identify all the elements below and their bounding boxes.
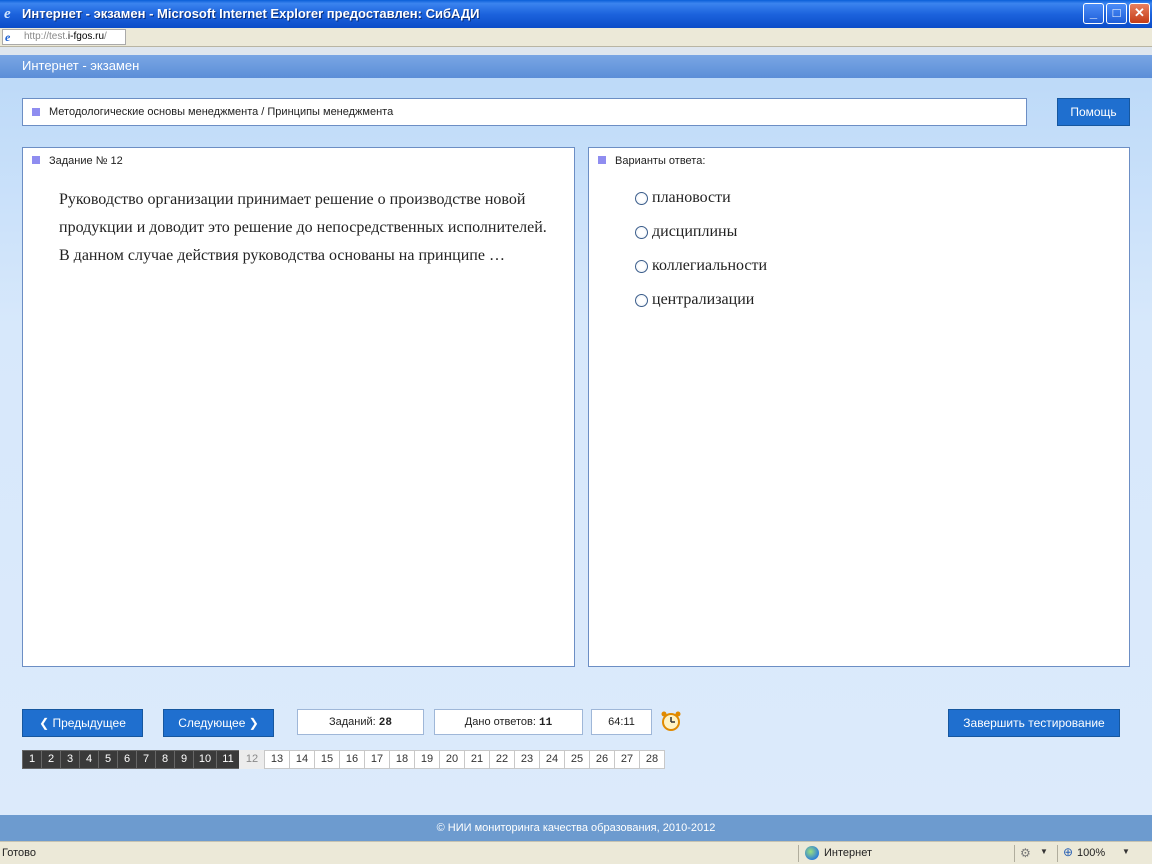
question-navigator: 1 2 3 4 5 6 7 8 9 10 11 12 13 14 15 16 17 18 19 20 21 22 23 24 2… xyxy=(22,750,665,769)
question-number-13[interactable]: 13 xyxy=(264,750,290,769)
question-number-20[interactable]: 20 xyxy=(439,750,465,769)
zone-text: Интернет xyxy=(824,847,872,859)
answers-panel: Варианты ответа: плановости дисциплины к… xyxy=(588,147,1130,667)
chevron-down-icon[interactable]: ▼ xyxy=(1122,847,1130,856)
question-number-7[interactable]: 7 xyxy=(136,750,156,769)
chevron-down-icon[interactable]: ▼ xyxy=(1040,847,1048,856)
bullet-square-icon xyxy=(32,108,40,116)
timer-box: 64:11 xyxy=(591,709,652,735)
radio-button[interactable] xyxy=(635,260,648,273)
status-text: Готово xyxy=(2,847,36,859)
question-number-14[interactable]: 14 xyxy=(289,750,315,769)
ie-logo-icon: e xyxy=(4,6,11,22)
app-title: Интернет - экзамен xyxy=(22,58,140,73)
status-divider xyxy=(798,845,799,862)
bullet-square-icon xyxy=(32,156,40,164)
answer-option-label[interactable]: плановости xyxy=(652,189,731,207)
alarm-clock-icon xyxy=(661,711,681,731)
previous-button[interactable]: ❮ Предыдущее xyxy=(22,709,143,737)
question-number-28[interactable]: 28 xyxy=(639,750,665,769)
question-number-5[interactable]: 5 xyxy=(98,750,118,769)
radio-button[interactable] xyxy=(635,192,648,205)
answered-label: Дано ответов: xyxy=(464,716,536,728)
answered-value: 11 xyxy=(539,717,553,729)
question-number-3[interactable]: 3 xyxy=(60,750,80,769)
footer: © НИИ мониторинга качества образования, … xyxy=(0,815,1152,841)
question-number-15[interactable]: 15 xyxy=(314,750,340,769)
question-number-6[interactable]: 6 xyxy=(117,750,137,769)
question-number-24[interactable]: 24 xyxy=(539,750,565,769)
finish-test-button[interactable]: Завершить тестирование xyxy=(948,709,1120,737)
chevron-left-icon: ❮ xyxy=(39,716,53,730)
task-panel: Задание № 12 Руководство организации при… xyxy=(22,147,575,667)
answered-count-box: Дано ответов: 11 xyxy=(434,709,583,735)
question-number-10[interactable]: 10 xyxy=(193,750,217,769)
copyright-text: © НИИ мониторинга качества образования, … xyxy=(436,822,716,834)
window-titlebar: e Интернет - экзамен - Microsoft Interne… xyxy=(0,0,1152,28)
breadcrumb-text: Методологические основы менеджмента / Пр… xyxy=(49,106,394,118)
question-number-12[interactable]: 12 xyxy=(239,750,265,769)
url-text: http://test.i-fgos.ru/ xyxy=(24,31,107,42)
question-number-16[interactable]: 16 xyxy=(339,750,365,769)
total-tasks-box: Заданий: 28 xyxy=(297,709,424,735)
question-number-4[interactable]: 4 xyxy=(79,750,99,769)
zoom-level[interactable]: 100% xyxy=(1077,847,1105,859)
question-number-19[interactable]: 19 xyxy=(414,750,440,769)
total-label: Заданий: xyxy=(329,716,376,728)
minimize-button[interactable]: _ xyxy=(1083,3,1104,24)
timer-value: 64:11 xyxy=(608,716,635,728)
address-bar: e http://test.i-fgos.ru/ xyxy=(0,28,1152,47)
question-number-21[interactable]: 21 xyxy=(464,750,490,769)
question-number-26[interactable]: 26 xyxy=(589,750,615,769)
top-strip xyxy=(0,47,1152,55)
question-number-2[interactable]: 2 xyxy=(41,750,61,769)
previous-label: Предыдущее xyxy=(52,716,126,730)
app-header: Интернет - экзамен xyxy=(0,55,1152,78)
answer-option-label[interactable]: коллегиальности xyxy=(652,257,767,275)
maximize-button[interactable]: □ xyxy=(1106,3,1127,24)
task-title: Задание № 12 xyxy=(49,155,123,167)
total-value: 28 xyxy=(378,717,392,729)
answers-title: Варианты ответа: xyxy=(615,155,706,167)
security-icon[interactable]: ⚙ xyxy=(1020,846,1031,860)
close-button[interactable]: ✕ xyxy=(1129,3,1150,24)
question-number-25[interactable]: 25 xyxy=(564,750,590,769)
question-number-9[interactable]: 9 xyxy=(174,750,194,769)
status-bar: Готово Интернет ⚙ ▼ ⊕ 100% ▼ xyxy=(0,841,1152,864)
question-number-27[interactable]: 27 xyxy=(614,750,640,769)
window-title: Интернет - экзамен - Microsoft Internet … xyxy=(22,6,480,21)
question-number-18[interactable]: 18 xyxy=(389,750,415,769)
help-button[interactable]: Помощь xyxy=(1057,98,1130,126)
status-divider xyxy=(1057,845,1058,862)
exam-app: Интернет - экзамен Методологические осно… xyxy=(0,47,1152,841)
breadcrumb: Методологические основы менеджмента / Пр… xyxy=(22,98,1027,126)
answer-option-label[interactable]: дисциплины xyxy=(652,223,737,241)
question-number-22[interactable]: 22 xyxy=(489,750,515,769)
question-number-8[interactable]: 8 xyxy=(155,750,175,769)
task-text: Руководство организации принимает решени… xyxy=(59,191,547,264)
status-divider xyxy=(1014,845,1015,862)
question-number-17[interactable]: 17 xyxy=(364,750,390,769)
radio-button[interactable] xyxy=(635,226,648,239)
internet-zone-icon xyxy=(805,846,819,860)
question-number-11[interactable]: 11 xyxy=(216,750,240,769)
next-label: Следующее xyxy=(178,716,246,730)
page-icon: e xyxy=(5,30,11,44)
next-button[interactable]: Следующее ❯ xyxy=(163,709,274,737)
answer-option-label[interactable]: централизации xyxy=(652,291,754,309)
question-number-1[interactable]: 1 xyxy=(22,750,42,769)
chevron-right-icon: ❯ xyxy=(245,716,259,730)
zoom-icon[interactable]: ⊕ xyxy=(1063,845,1073,859)
radio-button[interactable] xyxy=(635,294,648,307)
question-number-23[interactable]: 23 xyxy=(514,750,540,769)
bullet-square-icon xyxy=(598,156,606,164)
